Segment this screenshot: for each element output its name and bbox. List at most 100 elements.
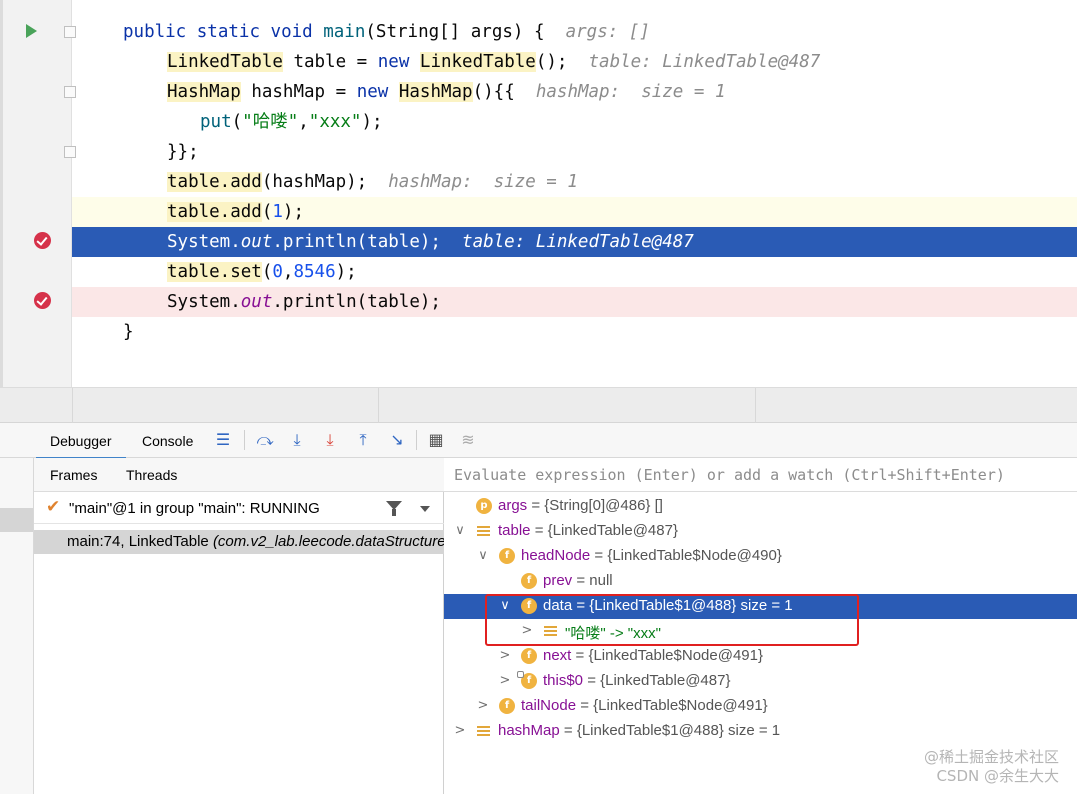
inline-value-hint: hashMap: size = 1 — [388, 172, 578, 192]
code-line[interactable]: HashMap hashMap = new HashMap(){{ hashMa… — [72, 77, 1077, 107]
variable-row-tailnode[interactable]: > f tailNode = {LinkedTable$Node@491} — [444, 694, 1077, 719]
chevron-down-icon[interactable]: ∨ — [453, 524, 467, 538]
code-line[interactable]: public static void main(String[] args) {… — [72, 17, 1077, 47]
tab-console[interactable]: Console — [142, 433, 193, 449]
code-token: main — [323, 22, 366, 42]
code-token: 8546 — [293, 262, 336, 282]
code-token: (){{ — [472, 82, 515, 102]
breakpoint-icon[interactable] — [34, 292, 51, 309]
variable-row-headnode[interactable]: ∨ f headNode = {LinkedTable$Node@490} — [444, 544, 1077, 569]
code-token: hashMap — [251, 82, 326, 102]
step-into-icon[interactable]: ⤓ — [286, 429, 308, 451]
variable-row-this0[interactable]: > f this$0 = {LinkedTable@487} — [444, 669, 1077, 694]
code-token: put — [200, 112, 232, 132]
code-line[interactable]: table.set(0,8546); — [72, 257, 1077, 287]
code-token: LinkedTable — [419, 52, 536, 72]
code-token: "xxx" — [308, 112, 362, 132]
code-line[interactable]: table.add(hashMap); hashMap: size = 1 — [72, 167, 1077, 197]
code-token: (hashMap); — [261, 172, 368, 192]
variable-value: = null — [572, 572, 613, 589]
code-line-caret[interactable]: table.add(1); — [72, 197, 1077, 227]
variable-name: headNode — [521, 547, 591, 564]
check-icon: ✔ — [46, 497, 61, 517]
variable-row-hashmap[interactable]: > hashMap = {LinkedTable$1@488} size = 1 — [444, 719, 1077, 744]
watermark-line: @稀土掘金技术社区 — [923, 748, 1059, 766]
run-to-cursor-icon[interactable]: ↘ — [386, 429, 408, 451]
code-line[interactable]: } — [72, 317, 1077, 347]
chevron-down-icon[interactable]: ∨ — [476, 549, 490, 563]
inline-value-hint: table: LinkedTable@487 — [462, 232, 694, 252]
object-icon — [476, 723, 492, 739]
step-over-icon[interactable]: ⤼ — [254, 429, 276, 451]
variable-name: args — [498, 497, 528, 514]
tab-debugger[interactable]: Debugger — [36, 433, 125, 460]
code-token: ( — [231, 112, 243, 132]
code-token: 0 — [272, 262, 283, 282]
code-token: out — [240, 232, 273, 252]
code-editor[interactable]: public static void main(String[] args) {… — [0, 0, 1077, 387]
variable-row-table[interactable]: ∨ table = {LinkedTable@487} — [444, 519, 1077, 544]
variable-value: = {LinkedTable@487} — [530, 522, 678, 539]
thread-selector[interactable]: ✔ "main"@1 in group "main": RUNNING — [34, 492, 444, 524]
code-token: LinkedTable — [167, 52, 283, 72]
variable-value: = {LinkedTable$Node@490} — [590, 547, 782, 564]
code-token: ( — [261, 202, 273, 222]
code-token: table — [293, 52, 347, 72]
code-token: System. — [167, 292, 241, 312]
chevron-right-icon[interactable]: > — [498, 674, 512, 688]
code-line[interactable]: }}; — [72, 137, 1077, 167]
code-token: static — [196, 22, 260, 42]
step-out-icon[interactable]: ⤒ — [352, 429, 374, 451]
variable-name: table — [498, 522, 531, 539]
tab-threads[interactable]: Threads — [126, 467, 177, 483]
field-icon: f — [521, 573, 537, 589]
code-line-execution-point[interactable]: System.out.println(table); table: Linked… — [72, 227, 1077, 257]
chevron-right-icon[interactable]: > — [476, 699, 490, 713]
code-token: public — [123, 22, 187, 42]
code-token: table.set — [167, 262, 262, 282]
force-step-into-icon[interactable]: ⤓ — [319, 429, 341, 451]
code-token: .println(table); — [272, 232, 441, 252]
variable-row-next[interactable]: > f next = {LinkedTable$Node@491} — [444, 644, 1077, 669]
code-token: out — [240, 292, 273, 312]
thread-label: "main"@1 in group "main": RUNNING — [69, 500, 320, 517]
breakpoint-icon[interactable] — [34, 232, 51, 249]
code-line-breakpoint[interactable]: System.out.println(table); — [72, 287, 1077, 317]
frames-subtabs: Frames Threads — [34, 458, 444, 492]
tab-frames[interactable]: Frames — [50, 467, 97, 483]
layout-menu-icon[interactable]: ☰ — [212, 429, 234, 451]
editor-tool-window-splitter[interactable] — [0, 387, 1077, 424]
inline-value-hint: table: LinkedTable@487 — [588, 52, 821, 72]
field-icon: f — [521, 648, 537, 664]
code-token: , — [282, 262, 294, 282]
variable-row-args[interactable]: p args = {String[0]@486} [] — [444, 494, 1077, 519]
code-token: = — [346, 52, 378, 72]
stack-frame-row[interactable]: main:74, LinkedTable (com.v2_lab.leecode… — [34, 530, 444, 554]
watermark-line: CSDN @余生大大 — [936, 767, 1059, 785]
chevron-right-icon[interactable]: > — [498, 649, 512, 663]
code-token: HashMap — [167, 82, 241, 102]
evaluate-expression-input[interactable] — [444, 458, 1077, 492]
filter-icon[interactable] — [386, 501, 402, 516]
evaluate-expression-icon[interactable]: ▦ — [425, 429, 447, 451]
variable-value: = {LinkedTable$Node@491} — [576, 697, 768, 714]
variable-row-prev[interactable]: f prev = null — [444, 569, 1077, 594]
variable-value: = {LinkedTable@487} — [583, 672, 731, 689]
frame-package: (com.v2_lab.leecode.dataStructure — [212, 533, 444, 550]
code-token: table.add — [167, 172, 262, 192]
code-line[interactable]: put("哈喽","xxx"); — [72, 107, 1077, 137]
editor-gutter[interactable] — [0, 0, 72, 387]
chevron-down-icon[interactable] — [420, 506, 430, 512]
field-icon: f — [499, 698, 515, 714]
field-icon: f — [517, 671, 537, 689]
code-line[interactable]: LinkedTable table = new LinkedTable(); t… — [72, 47, 1077, 77]
code-token: System. — [167, 232, 241, 252]
trace-stream-icon[interactable]: ≋ — [457, 429, 479, 451]
code-token: ); — [361, 112, 383, 132]
variable-value: = {LinkedTable$1@488} size = 1 — [559, 722, 781, 739]
chevron-right-icon[interactable]: > — [453, 724, 467, 738]
variable-name: next — [543, 647, 572, 664]
run-icon[interactable] — [26, 24, 37, 38]
code-token: void — [270, 22, 313, 42]
code-token: (); — [535, 52, 568, 72]
